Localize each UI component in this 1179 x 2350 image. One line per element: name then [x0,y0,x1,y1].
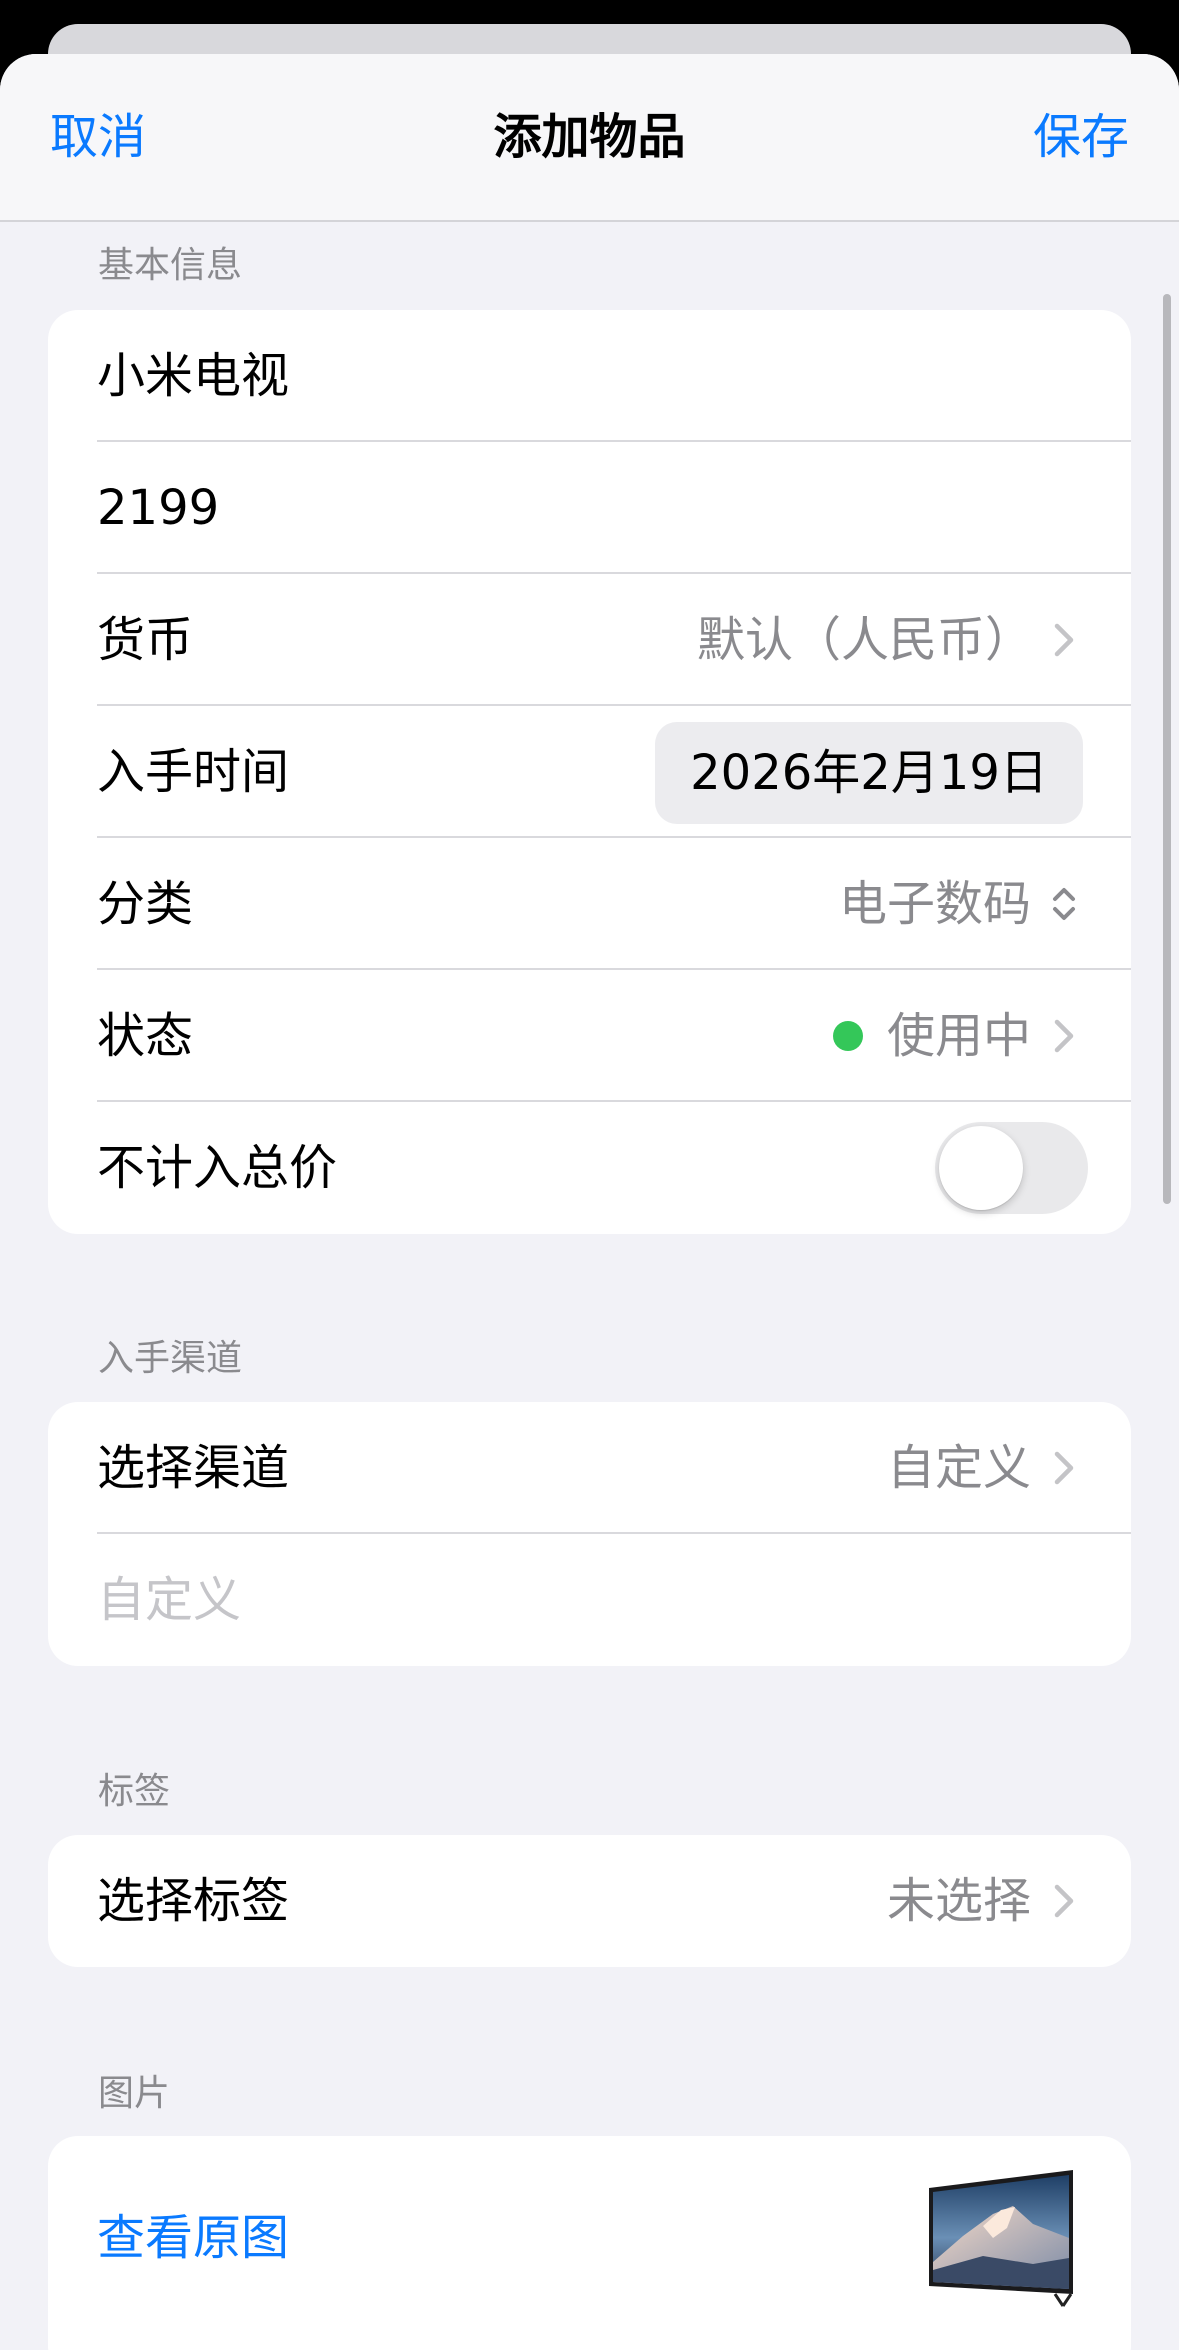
exclude-total-toggle[interactable] [935,1122,1088,1214]
price-field[interactable]: 2199 [97,442,219,574]
currency-row[interactable]: 货币 默认（人民币） [48,574,1131,706]
add-item-sheet: 取消 添加物品 保存 基本信息 小米电视 2199 货币 默认（人民币） 入手时… [0,54,1179,2350]
status-dot-icon [833,1021,863,1051]
view-original-button[interactable]: 查看原图 [97,2208,289,2268]
category-label: 分类 [97,876,194,932]
section-header-images: 图片 [98,2073,171,2114]
select-tags-label: 选择标签 [97,1873,290,1929]
chevron-right-icon [1054,623,1074,657]
currency-value: 默认（人民币） [696,612,1033,668]
chevron-up-down-icon [1053,888,1075,920]
custom-channel-row: 自定义 [48,1534,1131,1666]
custom-channel-input[interactable]: 自定义 [97,1534,241,1666]
name-row: 小米电视 [48,310,1131,442]
toggle-knob [939,1126,1023,1210]
save-button[interactable]: 保存 [1033,107,1129,167]
tags-card: 选择标签 未选择 [48,1835,1131,1967]
acquired-date-label: 入手时间 [97,744,290,800]
name-field[interactable]: 小米电视 [97,310,289,442]
images-card: 查看原图 [48,2136,1131,2350]
select-channel-value: 自定义 [886,1440,1031,1496]
basic-info-card: 小米电视 2199 货币 默认（人民币） 入手时间 2026年2月19日 分类 … [48,310,1131,1234]
category-row[interactable]: 分类 电子数码 [48,838,1131,970]
status-label: 状态 [97,1008,194,1064]
section-header-tags: 标签 [98,1771,171,1812]
exclude-total-row: 不计入总价 [48,1102,1131,1234]
exclude-total-label: 不计入总价 [97,1140,338,1196]
page-title: 添加物品 [493,109,686,165]
status-value: 使用中 [886,1008,1031,1064]
price-row: 2199 [48,442,1131,574]
status-row[interactable]: 状态 使用中 [48,970,1131,1102]
tv-thumbnail-image[interactable] [923,2166,1083,2316]
acquired-date-row: 入手时间 2026年2月19日 [48,706,1131,838]
section-header-basic-info: 基本信息 [98,245,243,286]
section-header-channel: 入手渠道 [98,1338,243,1379]
chevron-right-icon [1054,1019,1074,1053]
navigation-bar: 取消 添加物品 保存 [0,54,1179,222]
category-value: 电子数码 [838,876,1031,932]
chevron-right-icon [1054,1884,1074,1918]
currency-label: 货币 [97,612,194,668]
select-tags-value: 未选择 [886,1873,1031,1929]
select-tags-row[interactable]: 选择标签 未选择 [48,1835,1131,1967]
select-channel-label: 选择渠道 [97,1440,290,1496]
select-channel-row[interactable]: 选择渠道 自定义 [48,1402,1131,1534]
channel-card: 选择渠道 自定义 自定义 [48,1402,1131,1666]
chevron-right-icon [1054,1451,1074,1485]
date-picker-button[interactable]: 2026年2月19日 [655,722,1083,824]
vertical-scrollbar[interactable] [1163,294,1171,1204]
